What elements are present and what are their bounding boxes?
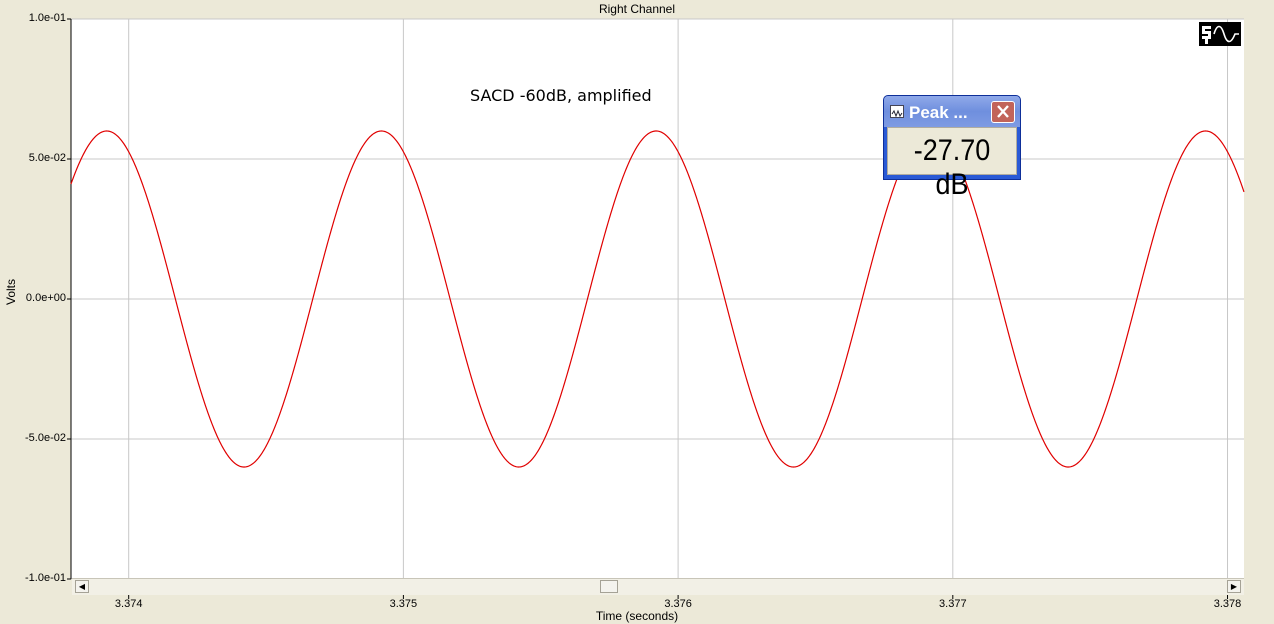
y-tick-label: 0.0e+00 — [25, 292, 66, 304]
horizontal-scrollbar[interactable]: ◀ ▶ — [72, 578, 1244, 595]
peak-value-panel: -27.70 dB — [887, 127, 1017, 201]
chart-annotation: SACD -60dB, amplified — [470, 86, 652, 105]
scope-window: Right Channel Volts 1.0e-01 5.0e-02 0.0e+0… — [0, 0, 1274, 624]
waveform-icon[interactable] — [890, 105, 904, 118]
y-tick-label: 5.0e-02 — [28, 152, 66, 164]
y-tick-label: -1.0e-01 — [25, 572, 66, 584]
peak-value: -27.70 dB — [913, 134, 991, 201]
y-tick-label: -5.0e-02 — [25, 432, 66, 444]
scroll-right-arrow-icon[interactable]: ▶ — [1227, 580, 1241, 593]
sine-wave-mode-icon[interactable] — [1199, 22, 1241, 46]
y-tick-label: 1.0e-01 — [28, 12, 66, 24]
scroll-left-arrow-icon[interactable]: ◀ — [75, 580, 89, 593]
close-icon[interactable] — [991, 101, 1015, 123]
peak-meter-window[interactable]: Peak ... -27.70 dB — [883, 95, 1021, 201]
x-axis-label: Time (seconds) — [595, 609, 679, 623]
scroll-thumb[interactable] — [600, 580, 618, 593]
peak-window-title: Peak ... — [909, 103, 968, 122]
peak-window-titlebar[interactable]: Peak ... — [884, 96, 1020, 127]
